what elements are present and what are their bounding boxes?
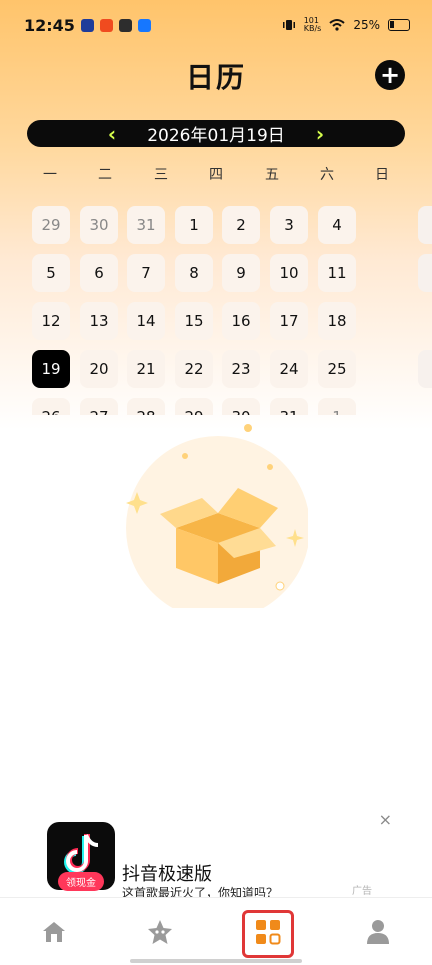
plus-icon: + (379, 61, 401, 89)
add-event-button[interactable]: + (375, 60, 405, 90)
day-cell[interactable]: 1 (175, 206, 213, 244)
loop-app-icon (118, 18, 132, 32)
next-week-cell-peek (418, 350, 432, 388)
weekday-header: 一 二 三 四 五 六 日 (0, 164, 432, 186)
day-cell[interactable]: 2 (222, 206, 260, 244)
weekday-wed: 三 (154, 167, 168, 183)
page-title: 日历 (185, 61, 246, 94)
day-cell[interactable]: 21 (127, 350, 165, 388)
day-cell[interactable]: 5 (32, 254, 70, 292)
weekday-fri: 五 (265, 167, 279, 183)
net-speed: 101 KB/s (303, 16, 322, 33)
weekday-sat: 六 (320, 167, 334, 183)
weekday-thu: 四 (209, 167, 223, 183)
day-cell[interactable]: 23 (222, 350, 260, 388)
status-bar: 12:45 101 KB/s 25% (0, 0, 432, 50)
day-cell[interactable]: 27 (80, 398, 118, 415)
day-cell[interactable]: 3 (270, 206, 308, 244)
bottom-nav (0, 897, 432, 965)
day-cell[interactable]: 18 (318, 302, 356, 340)
home-indicator (130, 959, 302, 963)
wifi-icon (329, 19, 345, 31)
next-month-button[interactable]: › (307, 120, 333, 147)
day-cell[interactable]: 29 (32, 206, 70, 244)
ad-app-name[interactable]: 抖音极速版 (122, 860, 212, 886)
ad-logo-badge: 领现金 (58, 872, 104, 891)
star-character-icon (148, 920, 172, 944)
current-date[interactable]: 2026年01月19日 (147, 121, 285, 146)
nav-discover[interactable] (140, 912, 180, 952)
chevron-left-icon: ‹ (107, 121, 117, 146)
day-cell[interactable]: 30 (80, 206, 118, 244)
day-cell[interactable]: 31 (127, 206, 165, 244)
prev-month-button[interactable]: ‹ (99, 120, 125, 147)
calendar-grid: 29 30 31 1 2 3 4 5 6 7 8 9 10 11 12 13 1… (0, 205, 432, 415)
day-cell[interactable]: 15 (175, 302, 213, 340)
day-cell[interactable]: 29 (175, 398, 213, 415)
day-cell[interactable]: 22 (175, 350, 213, 388)
day-cell[interactable]: 4 (318, 206, 356, 244)
weekday-mon: 一 (43, 167, 57, 183)
status-right: 101 KB/s 25% (282, 17, 410, 33)
nav-home[interactable] (34, 912, 74, 952)
battery-percent: 25% (353, 18, 380, 32)
weekday-sun: 日 (375, 167, 389, 183)
day-cell[interactable]: 31 (270, 398, 308, 415)
day-cell[interactable]: 17 (270, 302, 308, 340)
pay-app-icon (137, 18, 151, 32)
day-cell[interactable]: 24 (270, 350, 308, 388)
ad-close-button[interactable]: × (379, 810, 392, 829)
day-cell[interactable]: 11 (318, 254, 356, 292)
video-app-icon (80, 18, 94, 32)
day-cell[interactable]: 9 (222, 254, 260, 292)
nav-apps-highlight (242, 910, 294, 958)
chevron-right-icon: › (315, 121, 325, 146)
day-cell[interactable]: 8 (175, 254, 213, 292)
day-cell[interactable]: 14 (127, 302, 165, 340)
date-picker-bar[interactable]: ‹ 2026年01月19日 › (27, 120, 405, 147)
next-week-cell-peek (418, 206, 432, 244)
day-cell[interactable]: 6 (80, 254, 118, 292)
day-cell[interactable]: 25 (318, 350, 356, 388)
day-cell[interactable]: 10 (270, 254, 308, 292)
empty-box-illustration (126, 424, 308, 608)
day-cell[interactable]: 20 (80, 350, 118, 388)
day-cell[interactable]: 16 (222, 302, 260, 340)
day-cell[interactable]: 26 (32, 398, 70, 415)
ad-label: 广告 (352, 886, 372, 897)
day-cell[interactable]: 7 (127, 254, 165, 292)
day-cell[interactable]: 30 (222, 398, 260, 415)
weekday-tue: 二 (98, 167, 112, 183)
day-cell[interactable]: 28 (127, 398, 165, 415)
vibrate-icon (282, 20, 295, 30)
selected-day-cell[interactable]: 19 (32, 350, 70, 388)
nav-profile[interactable] (358, 912, 398, 952)
day-cell[interactable]: 13 (80, 302, 118, 340)
next-week-cell-peek (418, 254, 432, 292)
day-cell[interactable]: 1 (318, 398, 356, 415)
status-time: 12:45 (24, 15, 75, 35)
home-icon (43, 922, 65, 942)
status-left: 12:45 (24, 16, 151, 35)
battery-icon (388, 19, 410, 31)
user-icon (367, 920, 389, 944)
shop-app-icon (99, 18, 113, 32)
day-cell[interactable]: 12 (32, 302, 70, 340)
